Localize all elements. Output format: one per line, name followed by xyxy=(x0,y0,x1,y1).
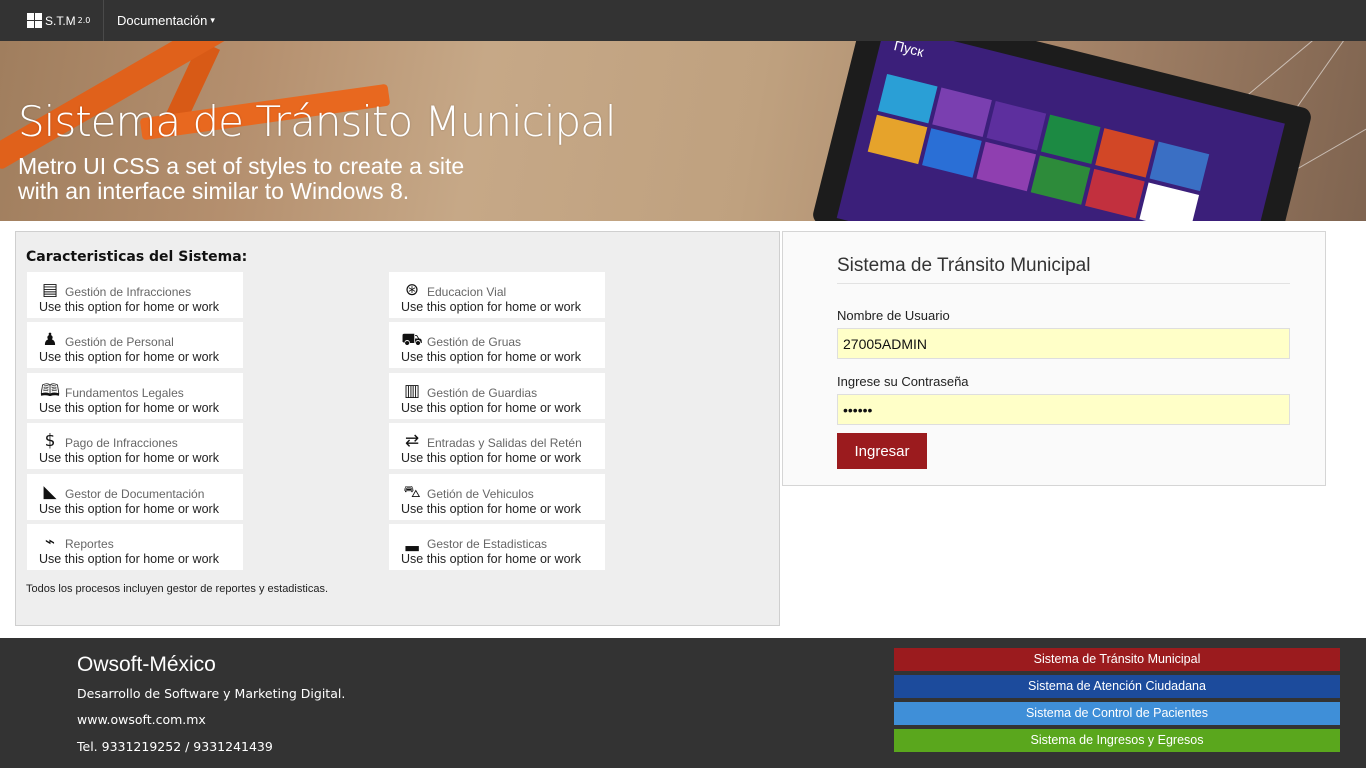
tablet-image: Пуск xyxy=(811,41,1313,221)
company-name: Owsoft-México xyxy=(77,653,216,676)
feature-description: Use this option for home or work xyxy=(39,502,219,516)
feature-title: Gestión de Gruas xyxy=(427,335,522,349)
money-icon: $ xyxy=(44,431,56,451)
divider xyxy=(837,283,1290,284)
feature-card[interactable]: $ Pago de Infracciones Use this option f… xyxy=(27,423,243,469)
presentation-icon: ⌁ xyxy=(44,532,56,552)
feature-title: Fundamentos Legales xyxy=(65,386,184,400)
feature-title: Reportes xyxy=(65,537,114,551)
steering-wheel-icon: ⊛ xyxy=(404,280,420,300)
system-link-pacientes[interactable]: Sistema de Control de Pacientes xyxy=(894,702,1340,725)
transfer-icon: ⇄ xyxy=(404,431,420,451)
chevron-down-icon: ▾ xyxy=(210,15,215,25)
bus-icon: ⛟ xyxy=(401,330,423,350)
features-heading: Caracteristicas del Sistema: xyxy=(26,249,248,265)
tablet-screen: Пуск xyxy=(836,41,1285,221)
footer: Owsoft-México Desarrollo de Software y M… xyxy=(0,638,1366,768)
feature-description: Use this option for home or work xyxy=(39,350,219,364)
brand-logo[interactable]: S.T.M 2.0 xyxy=(0,0,104,41)
features-note: Todos los procesos incluyen gestor de re… xyxy=(26,583,329,595)
feature-title: Gestor de Estadisticas xyxy=(427,537,548,551)
car-icon: ⛍ xyxy=(403,482,421,502)
username-label: Nombre de Usuario xyxy=(837,308,950,323)
brand-version: 2.0 xyxy=(77,16,91,25)
feature-description: Use this option for home or work xyxy=(39,300,219,314)
document-icon: ◣ xyxy=(43,482,57,502)
feature-card[interactable]: ⌁ Reportes Use this option for home or w… xyxy=(27,524,243,570)
feature-title: Educacion Vial xyxy=(427,285,507,299)
feature-description: Use this option for home or work xyxy=(401,552,581,566)
login-panel: Sistema de Tránsito Municipal Nombre de … xyxy=(782,231,1326,486)
feature-title: Gestión de Infracciones xyxy=(65,285,192,299)
bar-chart-icon: ▂ xyxy=(405,532,419,552)
system-link-atencion[interactable]: Sistema de Atención Ciudadana xyxy=(894,675,1340,698)
feature-description: Use this option for home or work xyxy=(401,401,581,415)
login-button[interactable]: Ingresar xyxy=(837,433,927,469)
banner-title: Sistema de Tránsito Municipal xyxy=(18,97,617,146)
user-icon: ♟ xyxy=(42,330,58,350)
feature-card[interactable]: ◣ Gestor de Documentación Use this optio… xyxy=(27,474,243,520)
brand-name: S.T.M xyxy=(45,13,76,28)
feature-description: Use this option for home or work xyxy=(39,552,219,566)
feature-card[interactable]: ⇄ Entradas y Salidas del Retén Use this … xyxy=(389,423,605,469)
feature-title: Getión de Vehiculos xyxy=(427,487,534,501)
hero-banner: Пуск Sistema de Tránsito Municipal Metro… xyxy=(0,41,1366,221)
password-input[interactable] xyxy=(837,394,1290,425)
banner-subtitle-line: Metro UI CSS a set of styles to create a… xyxy=(18,153,465,179)
feature-description: Use this option for home or work xyxy=(401,350,581,364)
feature-title: Pago de Infracciones xyxy=(65,436,178,450)
documentation-menu-label: Documentación xyxy=(117,13,208,28)
password-label: Ingrese su Contraseña xyxy=(837,374,969,389)
feature-card[interactable]: ⛍ Getión de Vehiculos Use this option fo… xyxy=(389,474,605,520)
system-link-transito[interactable]: Sistema de Tránsito Municipal xyxy=(894,648,1340,671)
banner-subtitle-line: with an interface similar to Windows 8. xyxy=(18,178,410,204)
feature-description: Use this option for home or work xyxy=(39,451,219,465)
system-link-ingresos[interactable]: Sistema de Ingresos y Egresos xyxy=(894,729,1340,752)
feature-title: Entradas y Salidas del Retén xyxy=(427,436,582,450)
clipboard-icon: ▥ xyxy=(403,381,421,401)
newspaper-icon: ▤ xyxy=(41,280,59,300)
banner-subtitle: Metro UI CSS a set of styles to create a… xyxy=(18,154,538,204)
feature-description: Use this option for home or work xyxy=(401,451,581,465)
feature-card[interactable]: ⛟ Gestión de Gruas Use this option for h… xyxy=(389,322,605,368)
feature-card[interactable]: ▥ Gestión de Guardias Use this option fo… xyxy=(389,373,605,419)
feature-card[interactable]: ♟ Gestión de Personal Use this option fo… xyxy=(27,322,243,368)
feature-title: Gestión de Personal xyxy=(65,335,174,349)
top-navbar: S.T.M 2.0 Documentación ▾ xyxy=(0,0,1366,41)
feature-card[interactable]: ▂ Gestor de Estadisticas Use this option… xyxy=(389,524,605,570)
company-tagline: Desarrollo de Software y Marketing Digit… xyxy=(77,686,346,701)
book-icon: 🕮 xyxy=(39,381,61,401)
features-panel: Caracteristicas del Sistema: ▤ Gestión d… xyxy=(15,231,780,626)
feature-title: Gestor de Documentación xyxy=(65,487,205,501)
username-input[interactable] xyxy=(837,328,1290,359)
company-phone: Tel. 9331219252 / 9331241439 xyxy=(77,739,273,754)
tablet-tiles xyxy=(867,73,1210,221)
company-website[interactable]: www.owsoft.com.mx xyxy=(77,712,206,727)
feature-title: Gestión de Guardias xyxy=(427,386,538,400)
feature-card[interactable]: ▤ Gestión de Infracciones Use this optio… xyxy=(27,272,243,318)
documentation-menu[interactable]: Documentación ▾ xyxy=(117,0,215,41)
feature-description: Use this option for home or work xyxy=(39,401,219,415)
login-title: Sistema de Tránsito Municipal xyxy=(837,255,1091,276)
feature-card[interactable]: ⊛ Educacion Vial Use this option for hom… xyxy=(389,272,605,318)
windows-logo-icon xyxy=(27,13,42,28)
feature-description: Use this option for home or work xyxy=(401,300,581,314)
feature-description: Use this option for home or work xyxy=(401,502,581,516)
feature-card[interactable]: 🕮 Fundamentos Legales Use this option fo… xyxy=(27,373,243,419)
